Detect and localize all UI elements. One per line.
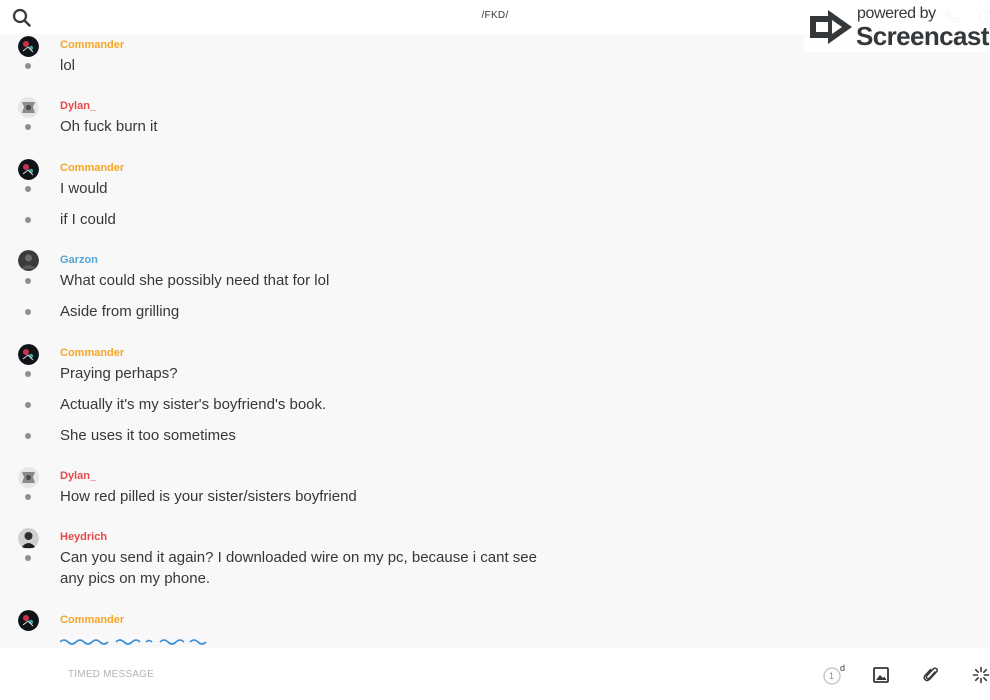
message-status-dot [25,371,31,377]
paperclip-icon[interactable] [923,666,939,684]
message-status-dot [25,309,31,315]
sender-name[interactable]: Dylan_ [60,100,96,112]
avatar-commander[interactable] [18,159,39,180]
message-text: Actually it's my sister's boyfriend's bo… [60,396,327,413]
timed-message-button[interactable]: 1 d [822,663,848,686]
sender-name[interactable]: Commander [60,347,124,359]
sender-name[interactable]: Commander [60,614,124,626]
message-text: Aside from grilling [60,303,180,320]
image-icon[interactable] [873,667,889,683]
message-text: I would [60,180,108,197]
message-status-dot [25,494,31,500]
giphy-sparkle-icon[interactable] [972,666,990,684]
timer-value: 1 [829,671,835,681]
message-text: lol [60,57,76,74]
message-status-dot [25,186,31,192]
message-text: She uses it too sometimes [60,427,236,444]
sender-name[interactable]: Commander [60,39,124,51]
sender-name[interactable]: Dylan_ [60,470,96,482]
message-input[interactable] [68,669,468,680]
avatar-dylan[interactable] [18,467,39,488]
message-status-dot [25,124,31,130]
message-text: Oh fuck burn it [60,118,158,135]
sender-name[interactable]: Garzon [60,254,98,266]
message-text: Praying perhaps? [60,365,178,382]
message-status-dot [25,217,31,223]
message-list[interactable]: Commander lol Dylan_ Oh fuck burn it Com… [0,34,990,648]
obscured-message-scribble [60,639,207,645]
message-composer: 1 d [0,648,990,700]
message-text: What could she possibly need that for lo… [60,272,330,289]
sender-name[interactable]: Commander [60,162,124,174]
message-text: Can you send it again? I downloaded wire… [60,549,537,587]
message-status-dot [25,63,31,69]
message-text: How red pilled is your sister/sisters bo… [60,488,357,505]
message-text: if I could [60,211,116,228]
avatar-garzon[interactable] [18,250,39,271]
message-status-dot [25,278,31,284]
avatar-commander[interactable] [18,36,39,57]
avatar-commander[interactable] [18,344,39,365]
avatar-dylan[interactable] [18,97,39,118]
message-status-dot [25,555,31,561]
timer-unit: d [840,663,846,673]
avatar-commander[interactable] [18,610,39,631]
message-status-dot [25,402,31,408]
message-status-dot [25,433,31,439]
sender-name[interactable]: Heydrich [60,531,107,543]
avatar-heydrich[interactable] [18,528,39,549]
